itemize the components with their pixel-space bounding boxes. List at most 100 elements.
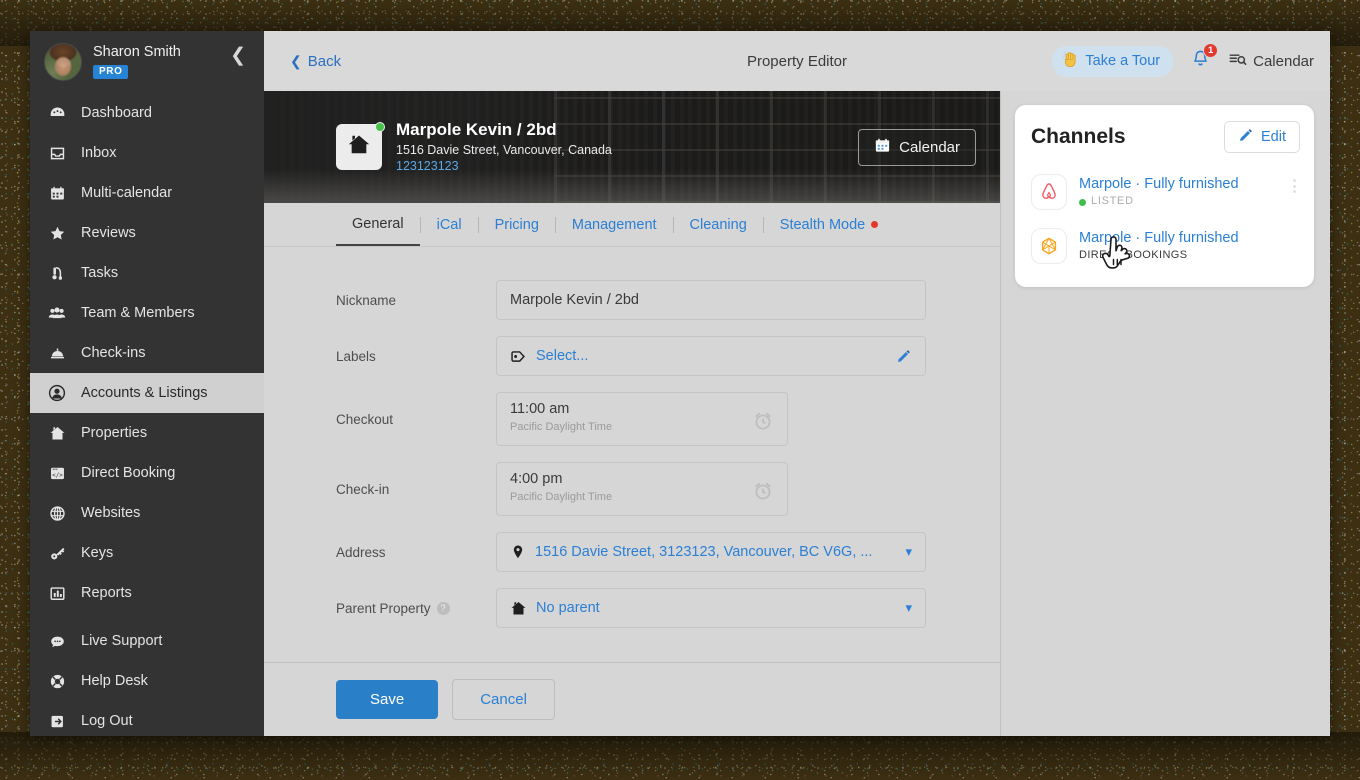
checkin-time-stack: 4:00 pm Pacific Daylight Time [510, 470, 612, 504]
sidebar-item-label: Help Desk [81, 673, 148, 689]
sidebar-item-label: Properties [81, 425, 148, 441]
channels-edit-button[interactable]: Edit [1224, 121, 1300, 153]
tab-label: Stealth Mode [779, 216, 866, 233]
channel-name[interactable]: Marpole · Fully furnished [1079, 174, 1239, 194]
calendar-button[interactable]: Calendar [1228, 50, 1314, 73]
property-meta: Marpole Kevin / 2bd 1516 Davie Street, V… [396, 119, 612, 174]
avatar [44, 43, 82, 81]
calendar-icon [44, 185, 70, 202]
nickname-value: Marpole Kevin / 2bd [510, 292, 639, 308]
chevron-down-icon[interactable]: ▾ [905, 600, 912, 616]
nickname-input[interactable]: Marpole Kevin / 2bd [496, 280, 926, 320]
parent-property-value: No parent [536, 600, 600, 616]
code-window-icon: </> [44, 465, 70, 482]
sidebar-item-label: Keys [81, 545, 114, 561]
editor-tabs: General iCal Pricing Management Cleaning… [264, 203, 1000, 247]
take-a-tour-button[interactable]: Take a Tour [1052, 45, 1174, 77]
labels-select[interactable]: Select... [496, 336, 926, 376]
sidebar-item-log-out[interactable]: Log Out [30, 701, 264, 736]
sidebar-item-label: Check-ins [81, 345, 146, 361]
sidebar-item-live-support[interactable]: Live Support [30, 621, 264, 661]
tag-icon [510, 348, 527, 365]
sidebar-item-keys[interactable]: Keys [30, 533, 264, 573]
tab-ical[interactable]: iCal [421, 203, 478, 246]
waving-hand-icon [1061, 50, 1080, 73]
channel-status-label: LISTED [1091, 195, 1134, 208]
kebab-menu-icon[interactable] [1289, 176, 1300, 196]
channel-status-label: DIRECT BOOKINGS [1079, 249, 1188, 262]
property-name: Marpole Kevin / 2bd [396, 120, 557, 140]
app-window: Sharon Smith PRO ❮ Dashboard Inbox Multi… [30, 31, 1330, 736]
cancel-button[interactable]: Cancel [452, 679, 555, 720]
pro-badge: PRO [93, 64, 129, 80]
bar-chart-icon [44, 585, 70, 602]
tab-label: Cleaning [689, 216, 747, 233]
channel-name[interactable]: Marpole · Fully furnished [1079, 228, 1239, 248]
user-circle-icon [44, 384, 70, 402]
sidebar-item-tasks[interactable]: Tasks [30, 253, 264, 293]
sidebar-item-label: Dashboard [81, 105, 152, 121]
property-hero: Marpole Kevin / 2bd 1516 Davie Street, V… [264, 91, 1000, 203]
vacuum-icon [44, 265, 70, 282]
hero-content: Marpole Kevin / 2bd 1516 Davie Street, V… [264, 91, 1000, 203]
tab-general[interactable]: General [336, 203, 420, 246]
address-select[interactable]: 1516 Davie Street, 3123123, Vancouver, B… [496, 532, 926, 572]
save-button[interactable]: Save [336, 680, 439, 719]
chevron-down-icon[interactable]: ▾ [905, 544, 912, 560]
sidebar-item-websites[interactable]: Websites [30, 493, 264, 533]
checkin-time-input[interactable]: 4:00 pm Pacific Daylight Time [496, 462, 788, 516]
help-icon[interactable]: ? [436, 601, 450, 615]
direct-booking-icon [1031, 228, 1067, 264]
sidebar-item-reports[interactable]: Reports [30, 573, 264, 613]
sidebar-item-check-ins[interactable]: Check-ins [30, 333, 264, 373]
hero-calendar-button[interactable]: Calendar [858, 128, 976, 166]
top-bar-actions: Take a Tour 1 Calendar [1052, 43, 1314, 77]
editor-column: Marpole Kevin / 2bd 1516 Davie Street, V… [264, 91, 1001, 736]
sidebar-item-multi-calendar[interactable]: Multi-calendar [30, 173, 264, 213]
top-bar: ❮ Back Property Editor Take a Tour 1 Cal… [264, 31, 1330, 91]
inbox-icon [44, 145, 70, 162]
sidebar: Sharon Smith PRO ❮ Dashboard Inbox Multi… [30, 31, 264, 736]
content-row: Marpole Kevin / 2bd 1516 Davie Street, V… [264, 91, 1330, 736]
logout-icon [44, 713, 70, 730]
sidebar-item-label: Multi-calendar [81, 185, 173, 201]
back-button[interactable]: ❮ Back [290, 53, 341, 70]
channel-item[interactable]: Marpole · Fully furnished DIRECT BOOKING… [1031, 219, 1300, 273]
checkout-time-input[interactable]: 11:00 am Pacific Daylight Time [496, 392, 788, 446]
home-icon [510, 600, 527, 617]
hero-calendar-label: Calendar [899, 138, 960, 156]
sidebar-item-help-desk[interactable]: Help Desk [30, 661, 264, 701]
sidebar-item-dashboard[interactable]: Dashboard [30, 93, 264, 133]
airbnb-icon [1031, 174, 1067, 210]
sidebar-item-label: Inbox [81, 145, 117, 161]
right-rail: Channels Edit Marpole · Fully furnished … [1001, 91, 1330, 736]
pencil-icon[interactable] [896, 348, 912, 364]
chevron-left-icon[interactable]: ❮ [226, 46, 250, 79]
globe-icon [44, 505, 70, 522]
sidebar-item-properties[interactable]: Properties [30, 413, 264, 453]
sidebar-item-team-members[interactable]: Team & Members [30, 293, 264, 333]
nav-divider-gap [30, 613, 264, 621]
tab-management[interactable]: Management [556, 203, 673, 246]
sidebar-item-reviews[interactable]: Reviews [30, 213, 264, 253]
sidebar-item-direct-booking[interactable]: </> Direct Booking [30, 453, 264, 493]
general-form: Nickname Marpole Kevin / 2bd Labels Sele… [264, 247, 1000, 662]
map-pin-icon [510, 544, 526, 560]
chevron-left-icon: ❮ [290, 52, 302, 69]
user-profile[interactable]: Sharon Smith PRO ❮ [30, 31, 264, 91]
parent-property-select[interactable]: No parent ▾ [496, 588, 926, 628]
sidebar-item-accounts-listings[interactable]: Accounts & Listings [30, 373, 264, 413]
checkin-time: 4:00 pm [510, 471, 563, 487]
channel-item[interactable]: Marpole · Fully furnished LISTED [1031, 165, 1300, 219]
sidebar-nav: Dashboard Inbox Multi-calendar Reviews T… [30, 93, 264, 736]
sidebar-item-inbox[interactable]: Inbox [30, 133, 264, 173]
back-label: Back [307, 52, 342, 70]
notifications-button[interactable]: 1 [1187, 43, 1219, 76]
tab-pricing[interactable]: Pricing [479, 203, 555, 246]
sidebar-item-label: Accounts & Listings [81, 385, 208, 401]
tab-cleaning[interactable]: Cleaning [674, 203, 763, 246]
tab-label: iCal [436, 216, 462, 233]
tab-stealth-mode[interactable]: Stealth Mode [764, 203, 894, 246]
user-name: Sharon Smith [93, 44, 181, 61]
property-id[interactable]: 123123123 [396, 158, 612, 175]
